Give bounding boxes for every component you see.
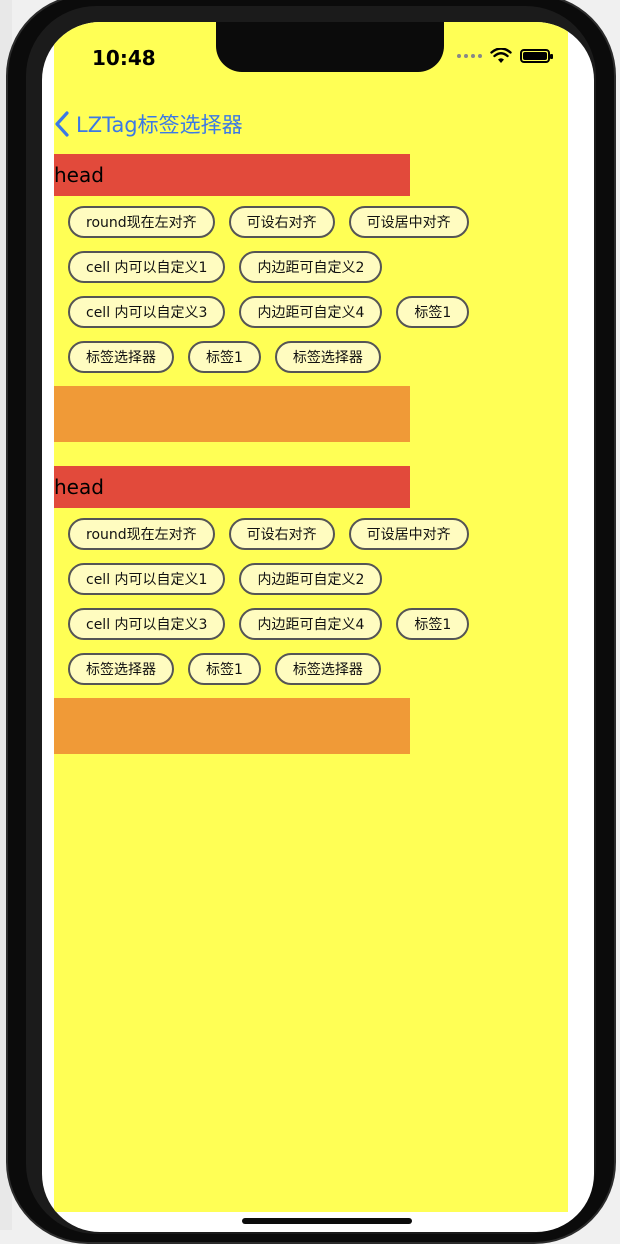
tag[interactable]: cell 内可以自定义3	[68, 296, 226, 328]
tag-row: cell 内可以自定义3 内边距可自定义4 标签1	[68, 296, 470, 328]
section-footer	[54, 386, 410, 442]
tag[interactable]: 标签选择器	[274, 653, 381, 685]
section-header: head	[54, 466, 410, 508]
status-icons	[457, 48, 553, 64]
tag[interactable]: round现在左对齐	[68, 518, 215, 550]
tag-section-2: head round现在左对齐 可设右对齐 可设居中对齐 cell 内可以自定义…	[54, 466, 470, 754]
wifi-icon	[490, 48, 512, 63]
tag[interactable]: 可设居中对齐	[348, 518, 469, 550]
tag[interactable]: 标签1	[396, 296, 470, 328]
section-header: head	[54, 154, 410, 196]
tag-row: cell 内可以自定义1 内边距可自定义2	[68, 563, 410, 595]
tag[interactable]: 标签选择器	[274, 341, 381, 373]
battery-icon	[520, 49, 553, 63]
tag[interactable]: 内边距可自定义2	[239, 251, 383, 283]
tag[interactable]: cell 内可以自定义1	[68, 563, 226, 595]
nav-back-title: LZTag标签选择器	[76, 113, 243, 137]
tag[interactable]: 标签选择器	[68, 341, 174, 373]
tag-row: cell 内可以自定义3 内边距可自定义4 标签1	[68, 608, 470, 640]
tag[interactable]: 内边距可自定义4	[239, 608, 383, 640]
tag[interactable]: 标签1	[396, 608, 470, 640]
tag[interactable]: cell 内可以自定义3	[68, 608, 226, 640]
tag[interactable]: 标签1	[188, 341, 261, 373]
tag[interactable]: 内边距可自定义4	[239, 296, 383, 328]
tag-list: round现在左对齐 可设右对齐 可设居中对齐 cell 内可以自定义1 内边距…	[54, 196, 470, 373]
tag-row: round现在左对齐 可设右对齐 可设居中对齐	[68, 518, 469, 550]
tag-row: 标签选择器 标签1 标签选择器	[68, 341, 410, 373]
tag[interactable]: 内边距可自定义2	[239, 563, 383, 595]
tag[interactable]: 可设右对齐	[228, 206, 335, 238]
phone-screen: 10:48 LZTag标签选择器 head round现在左对齐 可设右对齐 可…	[42, 22, 594, 1232]
tag-section-1: head round现在左对齐 可设右对齐 可设居中对齐 cell 内可以自定义…	[54, 154, 470, 442]
tag[interactable]: 标签1	[188, 653, 261, 685]
tag[interactable]: 标签选择器	[68, 653, 174, 685]
tag[interactable]: 可设右对齐	[228, 518, 335, 550]
phone-notch	[216, 22, 444, 72]
tag-list: round现在左对齐 可设右对齐 可设居中对齐 cell 内可以自定义1 内边距…	[54, 508, 470, 685]
chevron-left-icon	[55, 111, 69, 137]
tag-row: round现在左对齐 可设右对齐 可设居中对齐	[68, 206, 469, 238]
tag-row: cell 内可以自定义1 内边距可自定义2	[68, 251, 410, 283]
tag[interactable]: 可设居中对齐	[348, 206, 469, 238]
signal-icon	[457, 54, 482, 58]
back-button[interactable]: LZTag标签选择器	[54, 104, 243, 144]
home-indicator[interactable]	[242, 1218, 412, 1224]
tag[interactable]: round现在左对齐	[68, 206, 215, 238]
app-content: 10:48 LZTag标签选择器 head round现在左对齐 可设右对齐 可…	[54, 22, 568, 1212]
section-footer	[54, 698, 410, 754]
tag[interactable]: cell 内可以自定义1	[68, 251, 226, 283]
tag-row: 标签选择器 标签1 标签选择器	[68, 653, 410, 685]
status-time: 10:48	[92, 46, 156, 70]
